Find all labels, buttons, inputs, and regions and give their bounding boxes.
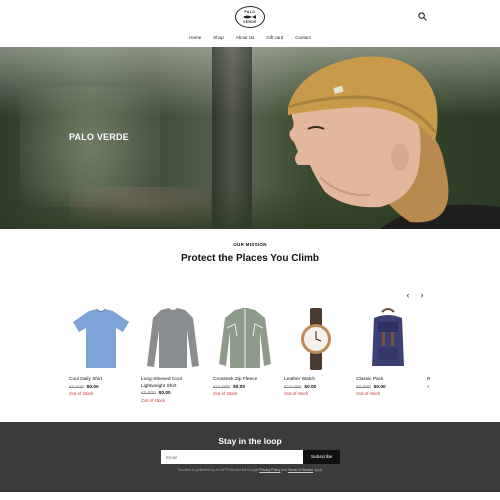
product-image[interactable] xyxy=(356,306,420,372)
shirt-icon xyxy=(73,308,129,368)
mission-label: OUR MISSION xyxy=(233,242,267,247)
chevron-right-icon[interactable]: › xyxy=(417,290,427,300)
chevron-left-icon[interactable]: ‹ xyxy=(403,290,413,300)
stock-status: Out of stock xyxy=(141,397,166,403)
product-price: $0.00 xyxy=(232,384,245,390)
product-card[interactable]: Cool Daily Shirt €2,000 $0.00 Out of stoc… xyxy=(69,306,133,396)
product-price: $0.00 xyxy=(158,391,171,396)
stock-status: Out of stock xyxy=(284,391,309,396)
watch-icon xyxy=(301,308,331,370)
newsletter-title: Stay in the loop xyxy=(218,436,282,446)
product-name[interactable]: Leather Watch xyxy=(284,377,348,384)
product-price: $0.00 xyxy=(86,384,99,390)
product-card[interactable]: Classic Pack €5,000 $0.00 Out of stock xyxy=(356,306,420,396)
product-name[interactable]: Cool Daily Shirt xyxy=(69,377,133,384)
subscribe-button[interactable]: Subscribe xyxy=(303,450,340,464)
site-header: PALO VERDE Home Shop About Us Gift card … xyxy=(0,0,500,47)
product-image[interactable] xyxy=(69,306,133,372)
privacy-policy-link[interactable]: Privacy Policy xyxy=(259,468,280,472)
stock-status: Out of stock xyxy=(356,391,381,396)
hero-person-image xyxy=(287,56,500,229)
product-name[interactable]: Crosstrek Zip Fleece xyxy=(213,377,277,384)
product-old-price: €5,000 xyxy=(356,384,371,390)
email-field[interactable] xyxy=(161,450,303,464)
product-old-price: €11,000 xyxy=(213,384,230,390)
stock-status: Out of stock xyxy=(69,391,94,396)
long-sleeve-shirt-icon xyxy=(147,308,199,368)
product-old-price: €5,000 xyxy=(141,391,156,396)
product-old-price: € xyxy=(427,384,430,390)
nav-contact[interactable]: Contact xyxy=(293,35,313,40)
nav-home[interactable]: Home xyxy=(187,35,203,40)
product-old-price: €2,000 xyxy=(69,384,84,390)
product-card[interactable]: Crosstrek Zip Fleece €11,000 $0.00 Out of… xyxy=(213,306,277,396)
product-image[interactable] xyxy=(213,306,277,372)
product-card-partial[interactable]: R € xyxy=(427,306,437,390)
product-card[interactable]: Leather Watch €12,000 $0.00 Out of stock xyxy=(284,306,348,396)
product-price: $0.00 xyxy=(304,384,317,390)
main-nav: Home Shop About Us Gift card Contact xyxy=(0,35,500,40)
product-image[interactable] xyxy=(141,306,205,372)
mission-title: Protect the Places You Climb xyxy=(180,253,319,264)
product-price: $0.00 xyxy=(373,384,386,390)
search-icon[interactable] xyxy=(418,12,427,21)
recaptcha-notice: This form is protected by reCAPTCHA and … xyxy=(177,468,323,472)
product-name[interactable]: Long-Sleeved Cool Lightweight Shirt xyxy=(141,377,205,390)
nav-gift-card[interactable]: Gift card xyxy=(264,35,285,40)
product-card[interactable]: Long-Sleeved Cool Lightweight Shirt €5,0… xyxy=(141,306,205,403)
product-image[interactable] xyxy=(284,306,348,372)
product-name[interactable]: Classic Pack xyxy=(356,377,420,384)
product-old-price: €12,000 xyxy=(284,384,302,390)
nav-shop[interactable]: Shop xyxy=(211,35,226,40)
backpack-icon xyxy=(372,308,404,366)
fleece-jacket-icon xyxy=(219,308,271,368)
hero-title: PALO VERDE xyxy=(69,132,129,142)
stock-status: Out of stock xyxy=(213,391,238,396)
logo-bottom-text: VERDE xyxy=(243,20,257,24)
product-name[interactable]: R xyxy=(427,377,437,384)
nav-about-us[interactable]: About Us xyxy=(234,35,257,40)
logo[interactable]: PALO VERDE xyxy=(235,6,265,28)
terms-of-service-link[interactable]: Terms of Service xyxy=(288,468,313,472)
